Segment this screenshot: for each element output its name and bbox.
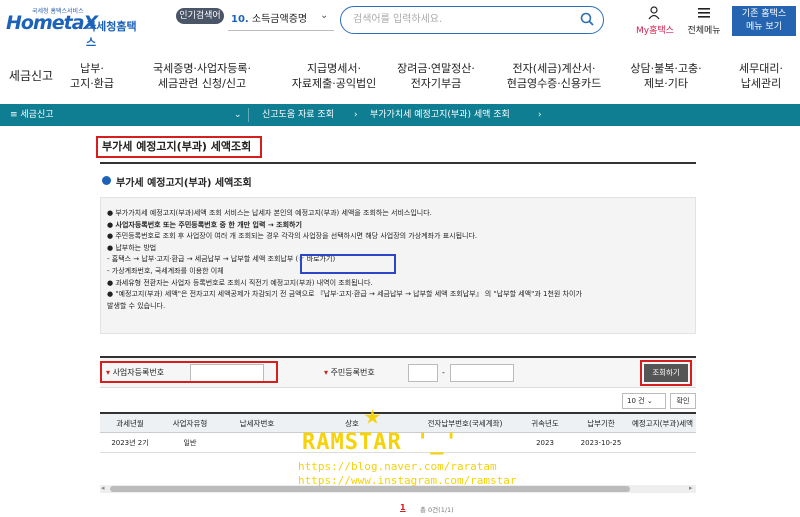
gnb-label: 제보·기타: [644, 77, 688, 90]
gnb-label: 전자(세금)계산서·: [512, 62, 596, 75]
page-size-select[interactable]: 10 건 ⌄: [622, 393, 666, 409]
chevron-right-icon: ›: [354, 110, 358, 120]
gnb-item-payment[interactable]: 납부· 고지·환급: [62, 48, 122, 104]
page-title: 부가세 예정고지(부과) 세액조회: [96, 136, 262, 158]
breadcrumb-current[interactable]: 부가가치세 예정고지(부과) 세액 조회: [370, 104, 510, 126]
global-navigation: 세금신고 납부· 고지·환급 국세증명·사업자등록· 세금관련 신청/신고 지급명세…: [0, 48, 800, 104]
scroll-left-icon[interactable]: ◂: [101, 484, 105, 492]
confirm-button[interactable]: 확인: [670, 393, 696, 409]
gnb-item-consult[interactable]: 상담·불복·고충· 제보·기타: [616, 48, 716, 104]
gnb-label: 현금영수증·신용카드: [506, 77, 602, 90]
bizno-highlight: [100, 361, 278, 383]
watermark-blog: https://blog.naver.com/raratam: [298, 460, 497, 473]
gnb-label: 국세증명·사업자등록·: [152, 62, 252, 75]
search-button[interactable]: 조회하기: [644, 364, 688, 382]
resno-back-input[interactable]: [450, 364, 514, 382]
column-header: 귀속년도: [531, 418, 559, 428]
info-line: ● 사업자등록번호 또는 주민등록번호 중 한 개만 입력 → 조회하기: [107, 220, 302, 229]
required-mark: ▾ 주민등록번호: [324, 368, 375, 377]
chevron-down-icon[interactable]: ⌄: [234, 104, 242, 126]
circle-bullet-icon: [102, 176, 111, 185]
resno-label: 주민등록번호: [330, 368, 375, 377]
logo-subtitle: 국세청홈택스: [86, 20, 137, 49]
search-icon[interactable]: [580, 12, 594, 26]
table-cell: 2023년 2기: [111, 438, 149, 447]
resno-dash: -: [442, 368, 445, 377]
info-line: ● "예정고지(부과) 세액"은 전자고지 세액공제가 차감되기 전 금액으로 …: [107, 290, 582, 299]
watermark-insta: https://www.instagram.com/ramstar: [298, 474, 517, 487]
watermark-star-icon: ★: [364, 398, 381, 431]
gnb-label: 세금관련 신청/신고: [157, 77, 247, 90]
gnb-item-tax-filing[interactable]: 세금신고: [0, 48, 62, 104]
top-header: 국세청 홈택스서비스 HometaX 국세청홈택스 인기검색어 10. 소득금액…: [0, 0, 800, 49]
shortcut-link-highlight[interactable]: [300, 254, 396, 274]
all-menu-button[interactable]: 전체메뉴: [684, 6, 724, 36]
info-line: - 홈택스 → 납부·고지·환급 → 세금납부 → 납부할 세액 조회납부 (☞…: [107, 255, 336, 264]
gnb-label: 장려금·연말정산·: [397, 62, 475, 75]
table-cell: [632, 433, 696, 452]
table-cell: 일반: [183, 438, 197, 447]
old-menu-line2: 메뉴 보기: [746, 22, 782, 32]
title-divider: [100, 162, 696, 164]
gnb-label: 자료제출·공익법인: [291, 77, 377, 90]
old-hometax-menu-button[interactable]: 기존 홈택스메뉴 보기: [732, 6, 796, 36]
pagination-current[interactable]: 1: [400, 503, 406, 512]
popular-search-badge: 인기검색어: [176, 8, 224, 24]
popular-rank: 10.: [231, 14, 249, 25]
info-line: ● 부가가치세 예정고지(부과)세액 조회 서비스는 납세자 본인의 예정고지(…: [107, 209, 432, 217]
chevron-right-icon: ›: [538, 110, 542, 120]
gnb-label: 납부·: [80, 62, 104, 75]
gnb-item-incentives[interactable]: 장려금·연말정산· 전자기부금: [386, 48, 486, 104]
gnb-item-certificates[interactable]: 국세증명·사업자등록· 세금관련 신청/신고: [136, 48, 268, 104]
column-header: 납세자번호: [239, 418, 275, 428]
scroll-right-icon[interactable]: ▸: [689, 484, 693, 492]
chevron-down-icon: ⌄: [646, 397, 653, 405]
all-menu-label: 전체메뉴: [687, 26, 721, 36]
hamburger-icon: [698, 8, 710, 18]
breadcrumb-root[interactable]: ≡ 세금신고: [10, 104, 54, 126]
column-header: 납부기한: [587, 418, 615, 428]
watermark-name: RAMSTAR '_': [302, 430, 459, 455]
table-cell: 2023-10-25: [580, 438, 622, 447]
breadcrumb-divider: [248, 108, 249, 122]
hometax-logo[interactable]: 국세청 홈택스서비스 HometaX 국세청홈택스: [6, 6, 140, 49]
section-title: 부가세 예정고지(부과) 세액조회: [116, 178, 252, 189]
gnb-label: 지급명세서·: [306, 62, 362, 75]
resno-front-input[interactable]: [408, 364, 438, 382]
gnb-label: 세금신고: [8, 68, 54, 83]
gnb-item-statements[interactable]: 지급명세서· 자료제출·공익법인: [282, 48, 386, 104]
gnb-label: 세무대리·: [739, 62, 783, 75]
gnb-label: 상담·불복·고충·: [630, 62, 702, 75]
search-input[interactable]: 검색어를 입력하세요.: [340, 6, 604, 34]
table-cell: [220, 433, 294, 452]
table-cell: 2023: [536, 438, 554, 447]
info-line: ● 과세유형 전환자는 사업자 등록번호로 조회시 직전기 예정고지(부과) 내…: [107, 278, 373, 287]
gnb-item-e-invoice[interactable]: 전자(세금)계산서· 현금영수증·신용카드: [492, 48, 616, 104]
page-size-value: 10 건: [627, 397, 645, 405]
my-hometax-label: My홈택스: [636, 26, 674, 36]
my-hometax-button[interactable]: My홈택스: [632, 6, 678, 36]
breadcrumb: ≡ 세금신고 ⌄ 신고도움 자료 조회 › 부가가치세 예정고지(부과) 세액 …: [0, 104, 800, 126]
column-header: 사업자유형: [172, 418, 208, 428]
info-line: ● 납부하는 방법: [107, 243, 157, 252]
gnb-item-tax-agent[interactable]: 세무대리· 납세관리: [726, 48, 796, 104]
column-header: 과세년월: [116, 418, 144, 428]
info-line: - 가상계좌번호, 국세계좌를 이용한 이체: [107, 266, 224, 275]
user-icon: [648, 6, 660, 20]
gnb-label: 전자기부금: [410, 77, 462, 90]
gnb-label: 납세관리: [740, 77, 782, 90]
info-line: ● 주민등록번호로 조회 후 사업장이 여러 개 조회되는 경우 각각의 사업장…: [107, 232, 478, 241]
old-menu-line1: 기존 홈택스: [741, 9, 787, 19]
popular-search-select[interactable]: 10. 소득금액증명: [228, 9, 334, 31]
logo-wordmark: HometaX: [6, 12, 98, 34]
gnb-label: 고지·환급: [70, 77, 114, 90]
column-header: 예정고지(부과)세액: [632, 418, 694, 428]
pagination-total: 총 0건(1/1): [420, 506, 454, 514]
breadcrumb-second[interactable]: 신고도움 자료 조회: [262, 104, 334, 126]
info-box: ● 부가가치세 예정고지(부과)세액 조회 서비스는 납세자 본인의 예정고지(…: [100, 197, 696, 334]
popular-keyword: 소득금액증명: [251, 14, 308, 25]
chevron-down-icon[interactable]: ⌄: [320, 10, 328, 21]
info-line: 발생할 수 있습니다.: [107, 301, 166, 310]
